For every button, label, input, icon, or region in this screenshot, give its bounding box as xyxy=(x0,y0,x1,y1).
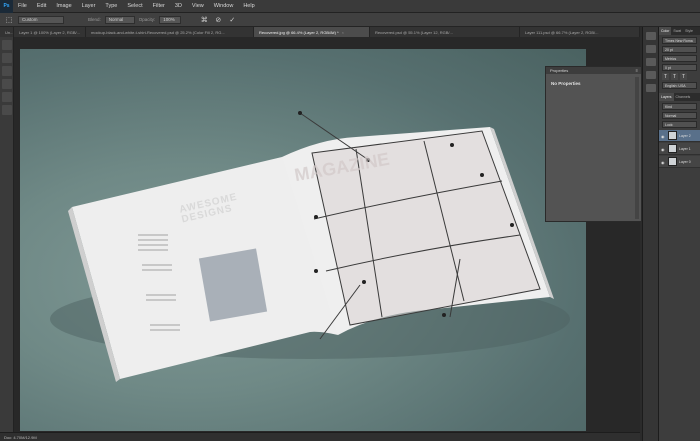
layer-thumbnail xyxy=(668,144,677,153)
status-bar: Doc: 4.70M/12.9M xyxy=(0,432,640,441)
properties-empty-message: No Properties xyxy=(551,81,581,86)
tool-preset-icon[interactable]: ⬚ xyxy=(4,15,14,25)
document-tab[interactable]: Layer 1 @ 100% (Layer 2, RGB/... xyxy=(14,27,86,37)
layer-thumbnail xyxy=(668,157,677,166)
commit-transform-icon[interactable]: ✓ xyxy=(227,15,237,25)
opacity-field[interactable]: 100% xyxy=(159,15,182,24)
document-size-info[interactable]: Doc: 4.70M/12.9M xyxy=(4,435,37,440)
tools-panel xyxy=(0,37,14,432)
properties-panel: Properties ≡ No Properties xyxy=(545,66,642,222)
layer-name: Layer 2 xyxy=(679,133,691,138)
menu-image[interactable]: Image xyxy=(51,3,76,9)
tab-layers[interactable]: Layers xyxy=(659,93,674,101)
menu-select[interactable]: Select xyxy=(122,3,147,9)
type-style-buttons: T T T xyxy=(662,73,697,80)
move-tool-icon[interactable] xyxy=(2,40,12,50)
close-icon[interactable]: × xyxy=(342,30,344,35)
properties-title: Properties xyxy=(550,68,569,73)
layer-thumbnail xyxy=(668,131,677,140)
tab-label: Recovered.psd @ 55.1% (Layer 12, RGB/... xyxy=(375,29,453,35)
left-page-photo xyxy=(198,248,268,322)
faux-italic-icon[interactable]: T xyxy=(671,73,678,80)
character-icon[interactable] xyxy=(646,58,656,66)
font-size-field[interactable]: 20 pt xyxy=(662,46,697,53)
layer-row[interactable]: ◉ Layer 1 xyxy=(659,143,700,155)
panel-icon-strip xyxy=(642,27,658,441)
marquee-tool-icon[interactable] xyxy=(2,53,12,63)
tab-label: Layer 1 @ 100% (Layer 2, RGB/... xyxy=(19,29,80,35)
visibility-eye-icon[interactable]: ◉ xyxy=(661,134,666,139)
visibility-eye-icon[interactable]: ◉ xyxy=(661,160,666,165)
tab-label: Layer 111.psd @ 66.7% (Layer 2, RGB/... xyxy=(525,29,599,35)
tab-label: Recovered.jpg @ 66.4% (Layer 2, RGB/8#) … xyxy=(259,29,339,35)
tab-styles[interactable]: Style xyxy=(683,27,695,35)
properties-scrollbar[interactable] xyxy=(635,77,639,219)
menu-bar: Ps File Edit Image Layer Type Select Fil… xyxy=(0,0,700,13)
tab-swatches[interactable]: Swat xyxy=(671,27,683,35)
menu-window[interactable]: Window xyxy=(209,3,239,9)
menu-type[interactable]: Type xyxy=(100,3,122,9)
right-panel-dock: Color Swat Style Times New Roma 20 pt Me… xyxy=(658,27,700,441)
panel-menu-icon[interactable]: ≡ xyxy=(636,68,638,73)
history-icon[interactable] xyxy=(646,32,656,40)
actions-icon[interactable] xyxy=(646,45,656,53)
menu-layer[interactable]: Layer xyxy=(77,3,101,9)
cancel-transform-icon[interactable]: ⊘ xyxy=(213,15,223,25)
paragraph-icon[interactable] xyxy=(646,71,656,79)
menu-file[interactable]: File xyxy=(13,3,32,9)
document-canvas[interactable]: AWESOME DESIGNS MAGAZINE xyxy=(20,49,586,431)
panel-tabs: Color Swat Style xyxy=(659,27,700,35)
layers-tabs: Layers Channels xyxy=(659,93,700,101)
blend-dropdown[interactable]: Normal xyxy=(104,15,135,24)
layer-name: Layer 0 xyxy=(679,159,691,164)
kerning-field[interactable]: Metrics xyxy=(662,55,697,62)
tracking-field[interactable]: 0 pt xyxy=(662,64,697,71)
tab-label: Un... xyxy=(5,29,14,35)
preset-dropdown[interactable]: Custom xyxy=(18,15,64,24)
lock-row: Lock: xyxy=(662,121,697,128)
menu-3d[interactable]: 3D xyxy=(170,3,187,9)
all-caps-icon[interactable]: T xyxy=(680,73,687,80)
blend-label: Blend: xyxy=(88,17,101,22)
warp-icon[interactable]: ⌘ xyxy=(199,15,209,25)
menu-edit[interactable]: Edit xyxy=(32,3,51,9)
faux-bold-icon[interactable]: T xyxy=(662,73,669,80)
layer-name: Layer 1 xyxy=(679,146,691,151)
document-tab[interactable]: mockup-black-and-white-t-shirt-Recovered… xyxy=(86,27,254,37)
menu-help[interactable]: Help xyxy=(238,3,259,9)
document-tab[interactable]: Recovered.psd @ 55.1% (Layer 12, RGB/... xyxy=(370,27,520,37)
tab-channels[interactable]: Channels xyxy=(674,93,693,101)
options-bar: ⬚ Custom Blend: Normal Opacity: 100% ⌘ ⊘… xyxy=(0,13,700,27)
photoshop-logo: Ps xyxy=(0,0,13,13)
blend-mode-dropdown[interactable]: Normal xyxy=(662,112,697,119)
crop-tool-icon[interactable] xyxy=(2,79,12,89)
document-tab[interactable]: Un... xyxy=(0,27,14,37)
language-field[interactable]: English: USA xyxy=(662,82,697,89)
tab-color[interactable]: Color xyxy=(659,27,672,35)
layer-row[interactable]: ◉ Layer 2 xyxy=(659,130,700,142)
visibility-eye-icon[interactable]: ◉ xyxy=(661,147,666,152)
brush-preset-icon[interactable] xyxy=(646,84,656,92)
document-tabs: Un... Layer 1 @ 100% (Layer 2, RGB/... m… xyxy=(0,27,640,37)
document-tab[interactable]: Layer 111.psd @ 66.7% (Layer 2, RGB/... xyxy=(520,27,640,37)
layer-row[interactable]: ◉ Layer 0 xyxy=(659,156,700,168)
menu-filter[interactable]: Filter xyxy=(148,3,170,9)
document-tab-active[interactable]: Recovered.jpg @ 66.4% (Layer 2, RGB/8#) … xyxy=(254,27,370,37)
properties-header: Properties ≡ xyxy=(546,67,641,74)
menu-view[interactable]: View xyxy=(187,3,209,9)
layer-filter-dropdown[interactable]: Kind xyxy=(662,103,697,110)
brush-tool-icon[interactable] xyxy=(2,92,12,102)
type-tool-icon[interactable] xyxy=(2,105,12,115)
lasso-tool-icon[interactable] xyxy=(2,66,12,76)
tab-label: mockup-black-and-white-t-shirt-Recovered… xyxy=(91,29,225,35)
font-family-field[interactable]: Times New Roma xyxy=(662,37,697,44)
opacity-label: Opacity: xyxy=(138,17,156,22)
